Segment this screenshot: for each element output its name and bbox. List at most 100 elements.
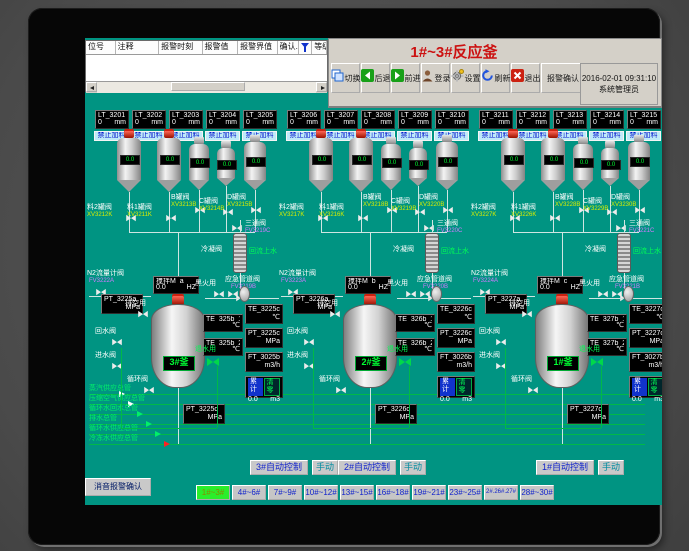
- three-way-valve-name: 三通阀: [629, 220, 650, 228]
- totalizer-label[interactable]: 累计: [632, 378, 647, 396]
- toolbar-button-alarm-confirm[interactable]: 报警确认: [541, 63, 585, 93]
- alarm-column-header[interactable]: 注释: [116, 41, 159, 54]
- scroll-left-arrow-icon[interactable]: [86, 82, 97, 92]
- valve-icon[interactable]: [330, 311, 340, 318]
- nav-page-button[interactable]: 7#~9#: [268, 485, 302, 500]
- toolbar-button-refresh[interactable]: 刷新: [481, 63, 510, 93]
- toolbar-button-exit[interactable]: 退出: [511, 63, 540, 93]
- instrument-row: 0mm: [630, 119, 658, 127]
- instrument-row: 0.0HZ: [348, 284, 388, 292]
- valve-icon[interactable]: [443, 207, 453, 214]
- instrument-tag: LT_3213: [556, 112, 584, 119]
- totalizer-reset-button[interactable]: 清零: [456, 378, 473, 396]
- inlet-water-valve-label: 进水阀: [479, 352, 500, 360]
- valve-icon[interactable]: [358, 215, 368, 222]
- alarm-column-header[interactable]: 报警值: [203, 41, 239, 54]
- valve-icon[interactable]: [166, 215, 176, 222]
- emergency-valve-name: 应急管道阀: [225, 276, 260, 284]
- valve-icon[interactable]: [223, 209, 233, 216]
- instrument-value: 0: [246, 119, 250, 127]
- scrollbar-track[interactable]: [97, 82, 316, 93]
- nav-page-button[interactable]: 19#~21#: [412, 485, 446, 500]
- instrument-row: MPa: [440, 338, 472, 346]
- instrument-tag: LT_3202: [135, 112, 163, 119]
- toolbar-button-forward[interactable]: 前进: [391, 63, 420, 93]
- totalizer-reset-button[interactable]: 清零: [648, 378, 663, 396]
- valve-icon[interactable]: [415, 209, 425, 216]
- tank-level-display: 0.0: [312, 155, 332, 165]
- valve-icon[interactable]: [607, 209, 617, 216]
- instrument-tag: PT_3225c: [248, 330, 280, 338]
- alarm-column-header[interactable]: 报警时刻: [159, 41, 202, 54]
- instrument-row: MPa: [248, 338, 280, 346]
- valve-icon[interactable]: [336, 387, 346, 394]
- tank-cone: [157, 180, 181, 192]
- tank-level-box: LT_32010mm: [95, 110, 129, 129]
- totalizer-label[interactable]: 累计: [248, 378, 263, 396]
- toolbar-button-settings[interactable]: 设置: [451, 63, 480, 93]
- condenser-valve-name: 冷凝阀: [393, 246, 414, 254]
- toolbar-button-back[interactable]: 后退: [361, 63, 390, 93]
- valve-icon[interactable]: [304, 339, 314, 346]
- alarm-column-header[interactable]: 位号: [86, 41, 116, 54]
- auto-control-button[interactable]: 1#自动控制: [536, 460, 594, 475]
- instrument-tag: FT_3027b: [632, 354, 662, 362]
- mute-alarm-button[interactable]: 消音报警确认: [85, 478, 151, 496]
- nav-page-button[interactable]: 4#~6#: [232, 485, 266, 500]
- tank-valve-name: 料1罐阀: [319, 204, 344, 212]
- tank-cone: [501, 180, 525, 192]
- condenser: [617, 233, 631, 273]
- feed-tank: 0.0: [309, 138, 333, 192]
- totalizer-label[interactable]: 累计: [440, 378, 455, 396]
- instrument-unit: MPa: [208, 414, 222, 422]
- valve-icon[interactable]: [528, 387, 538, 394]
- valve-icon[interactable]: [112, 339, 122, 346]
- pipe: [397, 298, 431, 299]
- nav-page-button[interactable]: 2#.26#.27#: [484, 485, 518, 500]
- valve-icon[interactable]: [550, 215, 560, 222]
- scroll-right-arrow-icon[interactable]: [316, 82, 327, 92]
- valve-icon[interactable]: [144, 387, 154, 394]
- tank-cap-icon: [413, 141, 423, 148]
- toolbar-button-login[interactable]: 登录: [421, 63, 450, 93]
- instrument-tag: FT_3026b: [440, 354, 472, 362]
- toolbar-button-switch[interactable]: 切换: [331, 63, 360, 93]
- instrument-value: 0: [98, 119, 102, 127]
- manual-button[interactable]: 手动: [400, 460, 426, 475]
- toolbar-button-label: 后退: [375, 73, 391, 84]
- valve-icon[interactable]: [138, 311, 148, 318]
- alarm-column-header[interactable]: 确认...: [278, 41, 300, 54]
- instrument-row: 0.0HZ: [156, 284, 196, 292]
- nav-page-button[interactable]: 1#~3#: [196, 485, 230, 500]
- nav-page-button[interactable]: 13#~15#: [340, 485, 374, 500]
- instrument-tag: LT_3201: [98, 112, 126, 119]
- pipe: [409, 366, 410, 428]
- instrument-row: 0mm: [290, 119, 318, 127]
- pipe: [505, 348, 506, 428]
- manual-button[interactable]: 手动: [312, 460, 338, 475]
- nav-page-button[interactable]: 10#~12#: [304, 485, 338, 500]
- auto-control-button[interactable]: 3#自动控制: [250, 460, 308, 475]
- pipe: [240, 220, 241, 233]
- valve-icon[interactable]: [635, 207, 645, 214]
- nav-page-button[interactable]: 23#~25#: [448, 485, 482, 500]
- manual-button[interactable]: 手动: [598, 460, 624, 475]
- valve-icon[interactable]: [522, 311, 532, 318]
- instrument-value: 0: [556, 119, 560, 127]
- scrollbar-thumb[interactable]: [171, 82, 245, 91]
- alarm-column-header[interactable]: 等级: [312, 41, 327, 54]
- valve-icon[interactable]: [496, 339, 506, 346]
- alarm-filter-cell[interactable]: [299, 41, 312, 54]
- tank-cone: [117, 180, 141, 192]
- tank-level-box: LT_32050mm: [243, 110, 277, 129]
- temp-box-c: TE_3225c℃: [245, 304, 283, 324]
- alarm-table-body[interactable]: [86, 55, 327, 81]
- auto-control-button[interactable]: 2#自动控制: [338, 460, 396, 475]
- instrument-row: m3/h: [440, 362, 472, 370]
- alarm-column-header[interactable]: 报警界值: [238, 41, 278, 54]
- nav-page-button[interactable]: 16#~18#: [376, 485, 410, 500]
- alarm-table-scrollbar[interactable]: [86, 81, 327, 93]
- valve-icon[interactable]: [251, 207, 261, 214]
- totalizer-reset-button[interactable]: 清零: [264, 378, 281, 396]
- nav-page-button[interactable]: 28#~30#: [520, 485, 554, 500]
